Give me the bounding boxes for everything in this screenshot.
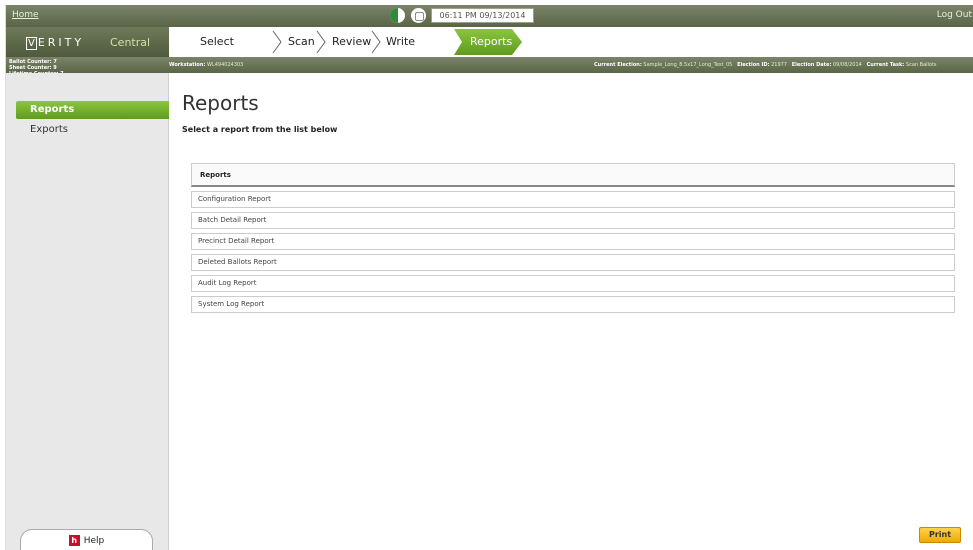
sidebar-item-reports[interactable]: Reports xyxy=(16,101,169,119)
chevron-right-icon xyxy=(272,30,282,54)
page-title: Reports xyxy=(182,91,259,115)
step-review[interactable]: Review xyxy=(332,31,371,53)
report-system-log[interactable]: System Log Report xyxy=(191,296,955,313)
header-bar: VERITY Central Select Election Scan Revi… xyxy=(6,27,973,70)
status-icon[interactable] xyxy=(390,8,405,23)
app-window: Home 06:11 PM 09/13/2014 Log Out V ERITY … xyxy=(5,5,973,550)
step-write-ballots[interactable]: Write Ballots xyxy=(386,31,423,70)
workstation-info: Workstation: WL494024303 xyxy=(169,62,244,68)
clock-display: 06:11 PM 09/13/2014 xyxy=(431,8,534,23)
print-button[interactable]: Print xyxy=(919,527,961,543)
report-batch-detail[interactable]: Batch Detail Report xyxy=(191,212,955,229)
election-info: Current Election: Sample_Long_8.5x17_Lon… xyxy=(594,62,937,68)
logout-link[interactable]: Log Out xyxy=(937,10,972,20)
report-precinct-detail[interactable]: Precinct Detail Report xyxy=(191,233,955,250)
step-reports[interactable]: Reports xyxy=(454,29,522,55)
help-button[interactable]: h Help xyxy=(20,529,153,550)
settings-icon[interactable] xyxy=(411,8,426,23)
step-scan[interactable]: Scan xyxy=(288,31,315,53)
table-header: Reports xyxy=(191,163,955,187)
top-bar: Home 06:11 PM 09/13/2014 Log Out xyxy=(6,5,973,27)
verity-logo: V ERITY xyxy=(26,36,85,50)
help-icon: h xyxy=(68,535,80,546)
product-name: Central xyxy=(110,36,151,49)
report-audit-log[interactable]: Audit Log Report xyxy=(191,275,955,292)
home-link[interactable]: Home xyxy=(12,10,39,20)
page-subtitle: Select a report from the list below xyxy=(182,125,338,134)
sidebar: Reports Exports h Help xyxy=(6,73,169,550)
brand-area: V ERITY Central xyxy=(6,27,169,57)
report-configuration[interactable]: Configuration Report xyxy=(191,191,955,208)
chevron-right-icon xyxy=(316,30,326,54)
report-deleted-ballots[interactable]: Deleted Ballots Report xyxy=(191,254,955,271)
main-content: Reports Select a report from the list be… xyxy=(170,73,973,550)
status-bar: Ballot Counter: 7 Sheet Counter: 9 Lifet… xyxy=(6,57,973,77)
step-select-election[interactable]: Select Election xyxy=(200,31,244,70)
chevron-right-icon xyxy=(371,30,381,54)
sidebar-item-exports[interactable]: Exports xyxy=(16,121,68,139)
reports-table: Reports Configuration Report Batch Detai… xyxy=(191,163,955,313)
